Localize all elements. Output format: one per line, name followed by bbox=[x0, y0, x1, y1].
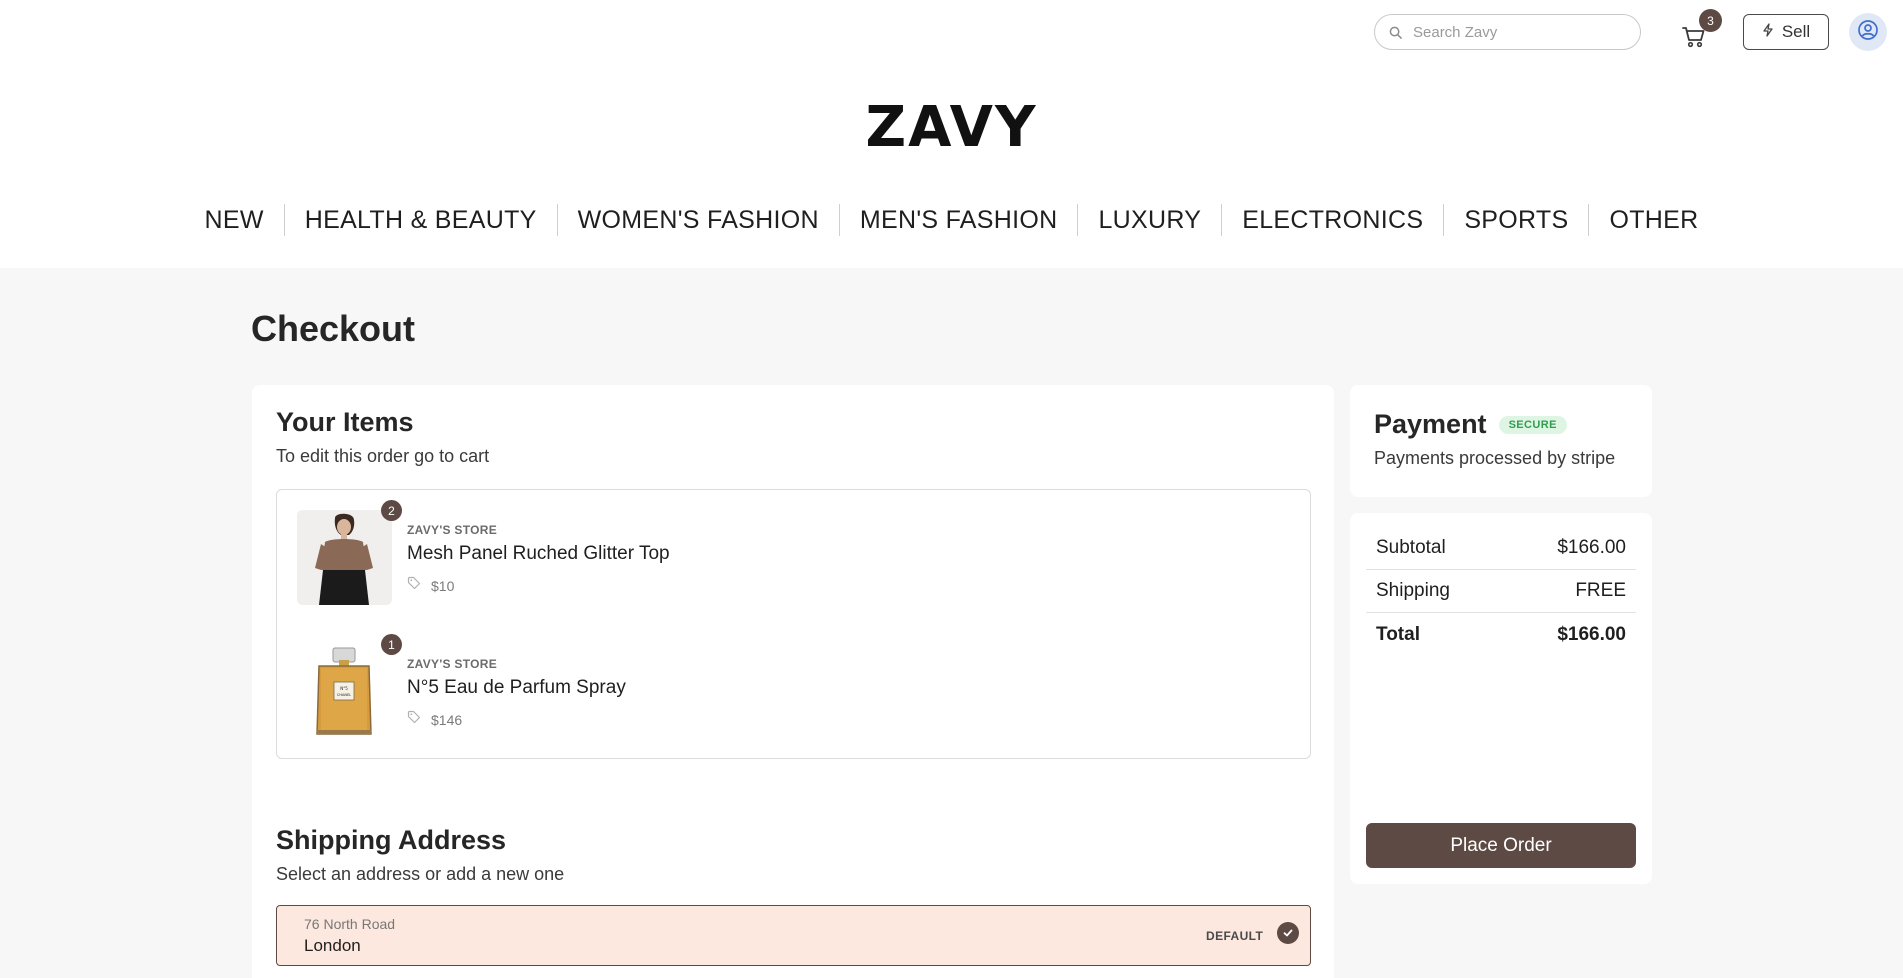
list-item[interactable]: 2 ZAVY'S STORE Mesh Panel Ruched Glitter… bbox=[297, 500, 1277, 610]
item-store-name: ZAVY'S STORE bbox=[407, 657, 498, 671]
items-section-subtitle: To edit this order go to cart bbox=[276, 446, 490, 466]
secure-badge: SECURE bbox=[1498, 415, 1567, 434]
quantity-badge: 1 bbox=[381, 634, 402, 655]
svg-text:N°5: N°5 bbox=[340, 686, 348, 691]
sell-button[interactable]: Sell bbox=[1743, 14, 1829, 50]
list-item[interactable]: N°5 CHANEL 1 ZAVY'S STORE N°5 Eau de Par… bbox=[297, 634, 1277, 744]
total-value: $166.00 bbox=[1557, 623, 1626, 645]
shipping-label: Shipping bbox=[1376, 580, 1450, 601]
svg-text:CHANEL: CHANEL bbox=[337, 693, 351, 697]
item-price: $10 bbox=[431, 577, 455, 594]
shipping-row: Shipping FREE bbox=[1366, 570, 1636, 613]
address-city: London bbox=[304, 936, 361, 955]
place-order-button[interactable]: Place Order bbox=[1366, 823, 1636, 868]
nav-item-mens-fashion[interactable]: MEN'S FASHION bbox=[840, 202, 1078, 238]
lightning-icon bbox=[1762, 22, 1774, 42]
site-logo[interactable]: ZAVY bbox=[0, 96, 1903, 160]
items-section-title: Your Items bbox=[276, 407, 414, 437]
address-option-selected[interactable]: 76 North Road London DEFAULT bbox=[276, 905, 1311, 966]
search-input[interactable] bbox=[1413, 23, 1623, 41]
nav-item-electronics[interactable]: ELECTRONICS bbox=[1222, 202, 1443, 238]
item-store-name: ZAVY'S STORE bbox=[407, 523, 498, 537]
shipping-value: FREE bbox=[1575, 580, 1626, 601]
price-tag-icon bbox=[407, 576, 421, 595]
item-price-row: $10 bbox=[407, 576, 454, 595]
shipping-section-title: Shipping Address bbox=[276, 825, 507, 855]
summary-table: Subtotal $166.00 Shipping FREE Total $16… bbox=[1366, 527, 1636, 656]
order-items-card: Your Items To edit this order go to cart… bbox=[252, 385, 1334, 978]
check-circle-icon bbox=[1277, 922, 1299, 944]
nav-item-health-beauty[interactable]: HEALTH & BEAUTY bbox=[285, 202, 557, 238]
nav-item-sports[interactable]: SPORTS bbox=[1444, 202, 1588, 238]
nav-item-luxury[interactable]: LUXURY bbox=[1078, 202, 1221, 238]
subtotal-label: Subtotal bbox=[1376, 537, 1446, 558]
address-line1: 76 North Road bbox=[304, 916, 396, 932]
item-name[interactable]: Mesh Panel Ruched Glitter Top bbox=[407, 543, 670, 565]
search-bar[interactable] bbox=[1374, 14, 1641, 50]
cart-count-badge: 3 bbox=[1699, 9, 1722, 32]
search-icon bbox=[1387, 24, 1403, 40]
shipping-section-subtitle: Select an address or add a new one bbox=[276, 864, 565, 884]
price-tag-icon bbox=[407, 710, 421, 729]
cart-icon bbox=[1680, 27, 1708, 54]
category-nav: NEW HEALTH & BEAUTY WOMEN'S FASHION MEN'… bbox=[0, 202, 1903, 238]
item-name[interactable]: N°5 Eau de Parfum Spray bbox=[407, 677, 626, 699]
items-list: 2 ZAVY'S STORE Mesh Panel Ruched Glitter… bbox=[276, 489, 1311, 759]
shipping-section-header: Shipping Address Select an address or ad… bbox=[276, 825, 564, 885]
user-avatar-button[interactable] bbox=[1849, 13, 1887, 51]
page-title: Checkout bbox=[251, 308, 416, 349]
payment-title: Payment bbox=[1374, 409, 1487, 439]
item-price-row: $146 bbox=[407, 710, 462, 729]
payment-card: Payment SECURE Payments processed by str… bbox=[1350, 385, 1652, 497]
subtotal-row: Subtotal $166.00 bbox=[1366, 527, 1636, 570]
product-image[interactable] bbox=[297, 510, 392, 605]
subtotal-value: $166.00 bbox=[1557, 537, 1626, 558]
payment-header: Payment SECURE bbox=[1374, 409, 1628, 440]
default-badge: DEFAULT bbox=[1206, 929, 1264, 943]
item-price: $146 bbox=[431, 711, 463, 728]
quantity-badge: 2 bbox=[381, 500, 402, 521]
nav-item-womens-fashion[interactable]: WOMEN'S FASHION bbox=[558, 202, 839, 238]
order-summary-card: Subtotal $166.00 Shipping FREE Total $16… bbox=[1350, 513, 1652, 884]
user-icon bbox=[1857, 19, 1879, 46]
nav-item-new[interactable]: NEW bbox=[185, 202, 284, 238]
payment-subtitle: Payments processed by stripe bbox=[1374, 448, 1616, 468]
product-image[interactable]: N°5 CHANEL bbox=[297, 644, 392, 739]
total-row: Total $166.00 bbox=[1366, 613, 1636, 656]
sell-label: Sell bbox=[1781, 22, 1811, 41]
nav-item-other[interactable]: OTHER bbox=[1589, 202, 1718, 238]
total-label: Total bbox=[1376, 623, 1420, 645]
